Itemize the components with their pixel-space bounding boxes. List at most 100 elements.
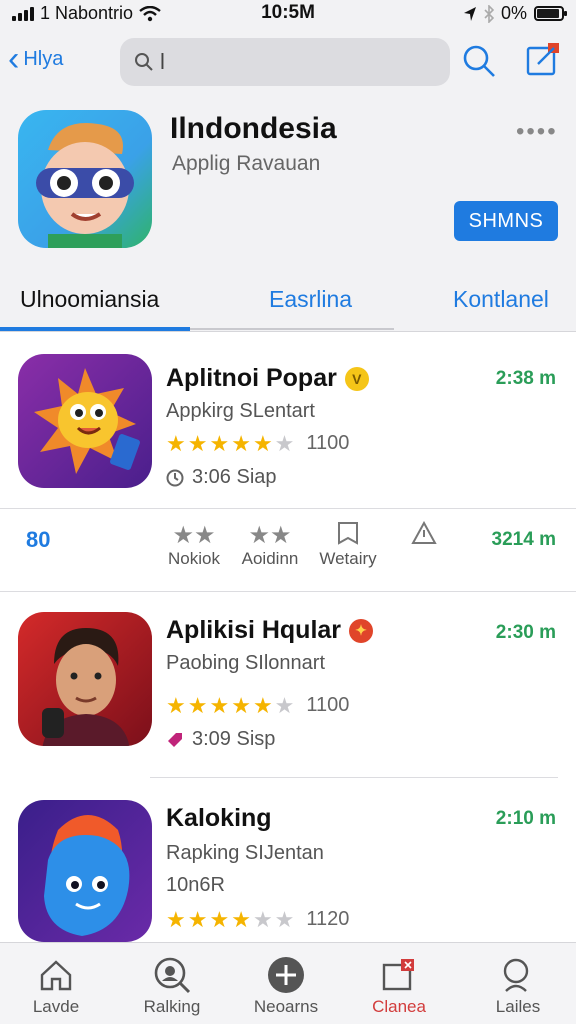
search-icon[interactable] bbox=[462, 44, 496, 78]
nav-bar: ‹ Hlya bbox=[0, 26, 576, 98]
tab-search[interactable]: Lailes bbox=[463, 953, 573, 1017]
stars-icon: ★★ bbox=[172, 522, 216, 549]
search-icon bbox=[463, 953, 573, 997]
verified-badge: V bbox=[344, 366, 369, 391]
action-item[interactable] bbox=[404, 520, 444, 549]
search-input[interactable] bbox=[160, 49, 420, 75]
rating-row: ★ ★ ★ ★ ★ ★ 1100 bbox=[166, 432, 349, 455]
more-options-icon[interactable]: •••• bbox=[516, 118, 558, 146]
chat-search-icon bbox=[117, 953, 227, 997]
tab-ranking[interactable]: Ralking bbox=[117, 953, 227, 1017]
tab-divider bbox=[190, 328, 394, 330]
app-icon[interactable] bbox=[18, 800, 152, 942]
tag-icon bbox=[168, 732, 182, 747]
tab-label: Lailes bbox=[495, 997, 541, 1016]
tab-notifications[interactable]: Clanea bbox=[344, 953, 454, 1017]
bookmark-icon bbox=[318, 521, 378, 549]
warning-icon bbox=[404, 520, 444, 549]
action-count: 80 bbox=[26, 527, 51, 552]
tab-active-indicator bbox=[0, 327, 190, 331]
notification-icon bbox=[344, 953, 454, 997]
status-bar: 1 Nabontrio 10:5M 0% bbox=[0, 0, 576, 26]
star-icon: ★ bbox=[187, 906, 208, 932]
action-label: Aoidinn bbox=[241, 549, 299, 568]
star-icon: ★ bbox=[166, 430, 186, 456]
status-right: 0% bbox=[463, 3, 567, 24]
tab-third[interactable]: Kontlanel bbox=[453, 286, 549, 313]
clock-icon bbox=[166, 469, 184, 486]
rating-row: ★ ★ ★ ★ ★ ★ 1120 bbox=[166, 908, 349, 931]
tab-second[interactable]: Easrlina bbox=[269, 286, 352, 313]
app-icon[interactable] bbox=[18, 354, 152, 488]
app-subtitle: Appkirg SLentart bbox=[166, 400, 315, 422]
app-extra: 10n6R bbox=[166, 874, 225, 896]
tab-first[interactable]: Ulnoomiansia bbox=[20, 286, 159, 313]
app-time: 2:38 m bbox=[495, 368, 556, 389]
action-row: 80 ★★ Nokiok ★★ Aoidinn Wetairy 3214 m bbox=[0, 508, 576, 592]
bluetooth-icon bbox=[484, 4, 494, 23]
action-item[interactable]: Wetairy bbox=[318, 521, 378, 569]
list-item[interactable]: Aplitnoi Popar V Appkirg SLentart ★ ★ ★ … bbox=[0, 332, 576, 508]
star-icon: ★ bbox=[166, 906, 186, 932]
get-button[interactable]: SHMNS bbox=[454, 201, 558, 241]
verified-badge: ✦ bbox=[349, 618, 374, 643]
app-subtitle: Rapking SIJentan bbox=[166, 842, 324, 864]
app-icon[interactable] bbox=[18, 612, 152, 746]
action-label: Wetairy bbox=[319, 549, 377, 568]
app-subtitle: Paobing SIlonnart bbox=[166, 652, 326, 674]
action-item[interactable]: ★★ Aoidinn bbox=[238, 521, 302, 569]
star-icon: ★ bbox=[166, 692, 186, 718]
app-meta-text: 3:06 Siap bbox=[192, 466, 277, 488]
back-button[interactable]: ‹ Hlya bbox=[8, 40, 64, 78]
battery-icon bbox=[534, 6, 567, 21]
list-item[interactable]: Aplikisi Hqular ✦ Paobing SIlonnart ★ ★ … bbox=[0, 592, 576, 778]
app-title-text: Kaloking bbox=[166, 804, 272, 832]
star-icon: ★ bbox=[231, 906, 251, 932]
tab-label: Lavde bbox=[32, 997, 80, 1016]
star-icon: ★ bbox=[252, 430, 273, 456]
search-icon bbox=[135, 53, 153, 71]
battery-percent: 0% bbox=[500, 3, 527, 23]
star-icon: ★ bbox=[209, 692, 230, 718]
action-item[interactable]: ★★ Nokiok bbox=[166, 521, 222, 569]
tab-home[interactable]: Lavde bbox=[1, 953, 111, 1017]
star-icon: ★ bbox=[187, 692, 208, 718]
app-meta: 3:06 Siap bbox=[166, 466, 277, 489]
list-item[interactable]: Kaloking Rapking SIJentan 10n6R ★ ★ ★ ★ … bbox=[0, 778, 576, 942]
app-meta-text: 3:09 Sisp bbox=[192, 728, 276, 750]
segment-tabs: Ulnoomiansia Easrlina Kontlanel bbox=[0, 268, 576, 332]
star-icon: ★ bbox=[209, 906, 230, 932]
app-title: Kaloking bbox=[166, 804, 272, 833]
tab-label: Ralking bbox=[143, 997, 201, 1016]
app-title: Aplikisi Hqular ✦ bbox=[166, 616, 374, 645]
app-time: 2:10 m bbox=[495, 808, 556, 829]
rating-count: 1100 bbox=[306, 432, 350, 454]
chevron-left-icon: ‹ bbox=[8, 40, 20, 78]
app-title: Aplitnoi Popar V bbox=[166, 364, 369, 393]
star-icon: ★ bbox=[274, 430, 295, 456]
home-icon bbox=[1, 953, 111, 997]
star-icon: ★ bbox=[187, 430, 208, 456]
tab-new[interactable]: Neoarns bbox=[231, 953, 341, 1017]
star-icon: ★ bbox=[209, 430, 230, 456]
app-meta: 3:09 Sisp bbox=[166, 728, 275, 751]
rating-count: 1100 bbox=[306, 694, 350, 716]
search-field[interactable] bbox=[120, 38, 450, 86]
star-icon: ★ bbox=[252, 906, 273, 932]
action-time: 3214 m bbox=[491, 529, 556, 550]
compose-icon[interactable] bbox=[526, 42, 560, 78]
app-title-text: Aplitnoi Popar bbox=[166, 364, 337, 392]
rating-row: ★ ★ ★ ★ ★ ★ 1100 bbox=[166, 694, 349, 717]
tab-label: Clanea bbox=[372, 997, 426, 1016]
bottom-tab-bar: Lavde Ralking Neoarns Clanea Lailes bbox=[0, 942, 576, 1024]
star-icon: ★ bbox=[274, 906, 295, 932]
featured-app-icon[interactable] bbox=[18, 110, 152, 248]
back-label: Hlya bbox=[23, 47, 64, 70]
featured-app-subtitle: Applig Ravauan bbox=[172, 152, 321, 175]
stars-icon: ★★ bbox=[248, 522, 292, 549]
star-icon: ★ bbox=[252, 692, 273, 718]
add-circle-icon bbox=[231, 953, 341, 997]
featured-app-header: Ilndondesia Applig Ravauan •••• SHMNS bbox=[0, 98, 576, 268]
star-icon: ★ bbox=[231, 430, 251, 456]
tab-label: Neoarns bbox=[253, 997, 319, 1016]
